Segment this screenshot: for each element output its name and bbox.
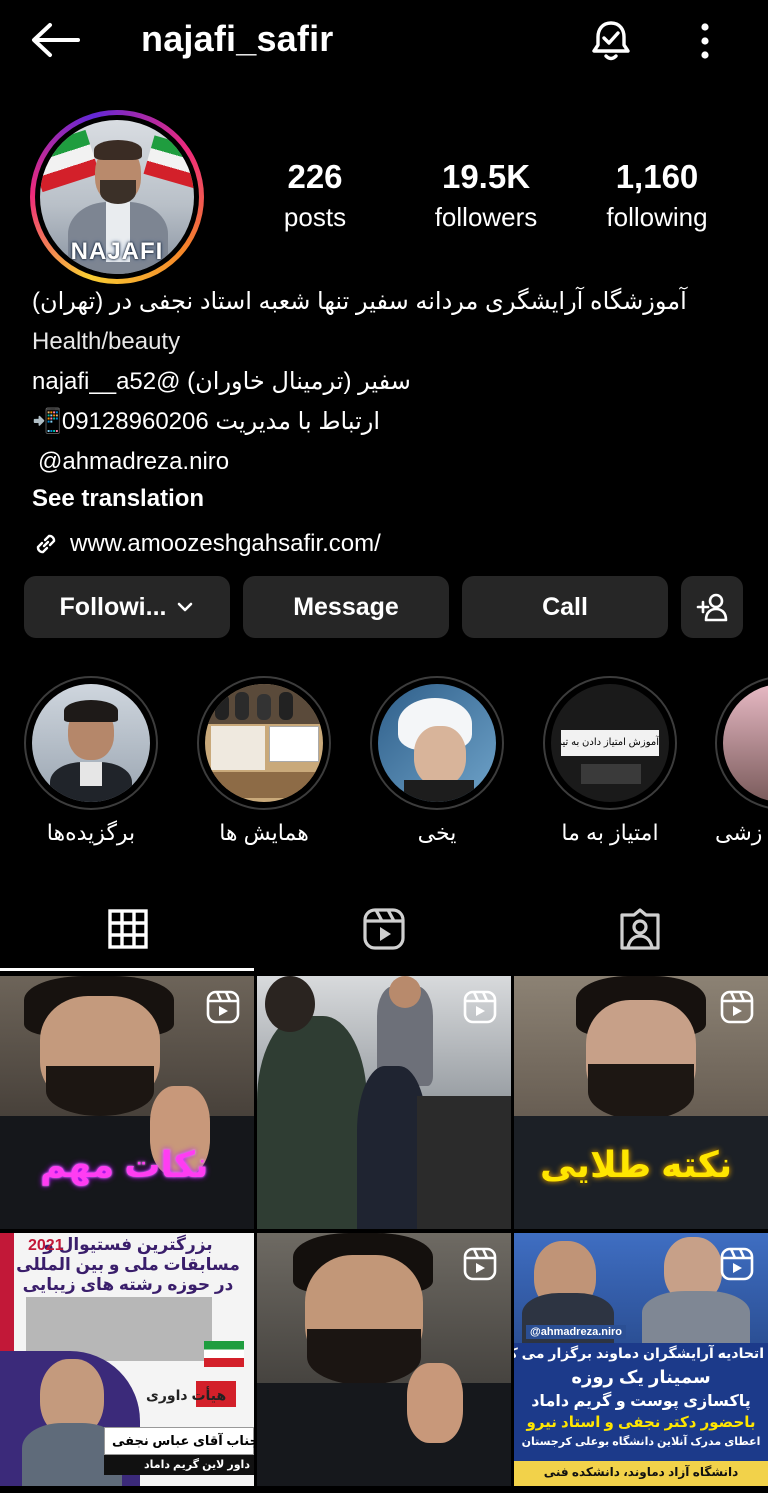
profile-bio: آموزشگاه آرایشگری مردانه سفیر تنها شعبه … bbox=[32, 282, 742, 564]
stat-posts[interactable]: 226 posts bbox=[260, 158, 370, 233]
link-icon bbox=[36, 534, 56, 554]
profile-tabs bbox=[0, 886, 768, 972]
call-button[interactable]: Call bbox=[462, 576, 668, 638]
highlight-cover bbox=[32, 684, 150, 802]
more-options-icon[interactable] bbox=[690, 18, 720, 64]
see-translation-link[interactable]: See translation bbox=[32, 482, 742, 522]
reel-indicator-icon bbox=[720, 990, 754, 1024]
profile-avatar-ring[interactable]: NAJAFI bbox=[30, 110, 204, 284]
bio-line: آموزشگاه آرایشگری مردانه سفیر تنها شعبه … bbox=[32, 288, 687, 315]
avatar: NAJAFI bbox=[40, 120, 194, 274]
highlight-item[interactable]: آموزش امتیاز دادن به تیم ما امتیاز به ما bbox=[542, 676, 678, 846]
top-bar: najafi_safir bbox=[0, 0, 768, 82]
post-thumbnail[interactable]: @ahmadreza.niro اتحادیه آرایشگران دماوند… bbox=[514, 1233, 768, 1486]
tagged-person-icon bbox=[620, 908, 660, 950]
message-button[interactable]: Message bbox=[243, 576, 449, 638]
iran-flag-image bbox=[40, 129, 100, 193]
highlight-item[interactable]: یخی bbox=[369, 676, 505, 846]
notification-bell-check-icon[interactable] bbox=[588, 18, 634, 64]
stat-following[interactable]: 1,160 following bbox=[592, 158, 722, 233]
add-user-icon bbox=[696, 593, 728, 622]
highlight-cover bbox=[378, 684, 496, 802]
tab-reels[interactable] bbox=[256, 886, 512, 972]
bio-line: سفیر (ترمینال خاوران) @najafi__a52 bbox=[32, 368, 411, 395]
website-link[interactable]: www.amoozeshgahsafir.com/ bbox=[32, 524, 742, 564]
highlight-cover: آموزش امتیاز دادن به تیم ما bbox=[551, 684, 669, 802]
avatar-logo-text: NAJAFI bbox=[70, 238, 164, 265]
post-caption: نکات مهم bbox=[40, 1144, 209, 1185]
reel-indicator-icon bbox=[720, 1247, 754, 1281]
back-arrow-icon[interactable] bbox=[28, 20, 80, 60]
suggested-users-button[interactable] bbox=[681, 576, 743, 638]
post-caption: نکته طلایی bbox=[540, 1144, 733, 1185]
reels-icon bbox=[363, 908, 405, 950]
reel-indicator-icon bbox=[463, 990, 497, 1024]
tab-tagged[interactable] bbox=[512, 886, 768, 972]
website-url: www.amoozeshgahsafir.com/ bbox=[70, 530, 381, 557]
post-thumbnail[interactable] bbox=[257, 1233, 511, 1486]
highlight-cover bbox=[723, 684, 768, 802]
profile-username: najafi_safir bbox=[141, 18, 334, 59]
bio-mention[interactable]: @ahmadreza.niro bbox=[32, 442, 742, 482]
bio-phone-line: ارتباط با مدیریت 09128960206📲 bbox=[32, 408, 381, 435]
highlight-item[interactable]: زشی bbox=[715, 676, 768, 846]
post-thumbnail[interactable] bbox=[257, 976, 511, 1229]
chevron-down-icon bbox=[178, 602, 193, 612]
reel-indicator-icon bbox=[463, 1247, 497, 1281]
stat-followers[interactable]: 19.5K followers bbox=[420, 158, 552, 233]
bio-category: Health/beauty bbox=[32, 328, 181, 355]
highlight-item[interactable]: برگزیده‌ها bbox=[23, 676, 159, 846]
active-tab-indicator bbox=[0, 968, 254, 971]
reel-indicator-icon bbox=[206, 990, 240, 1024]
highlight-item[interactable]: همایش ها bbox=[196, 676, 332, 846]
highlight-cover bbox=[205, 684, 323, 802]
grid-icon bbox=[108, 909, 148, 949]
post-thumbnail[interactable]: نکته طلایی bbox=[514, 976, 768, 1229]
following-button[interactable]: Followi... bbox=[24, 576, 230, 638]
tab-posts-grid[interactable] bbox=[0, 886, 256, 972]
post-thumbnail[interactable]: بزرگترین فستیوال و مسابقات ملی و بین الم… bbox=[0, 1233, 254, 1486]
post-thumbnail[interactable]: نکات مهم bbox=[0, 976, 254, 1229]
